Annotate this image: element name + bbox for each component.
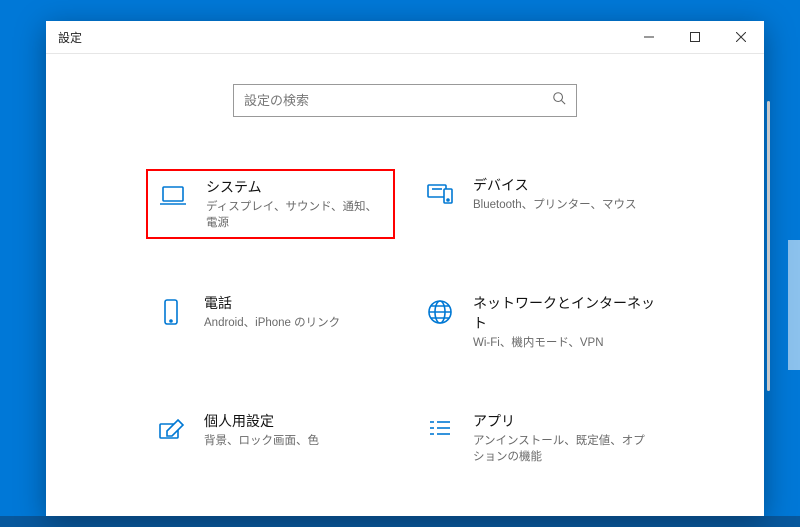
category-network[interactable]: ネットワークとインターネット Wi-Fi、機内モード、VPN — [415, 287, 664, 357]
category-title: ネットワークとインターネット — [473, 293, 656, 333]
category-title: デバイス — [473, 175, 656, 195]
devices-icon — [423, 177, 457, 211]
search-box[interactable] — [233, 84, 577, 117]
category-title: 電話 — [204, 293, 387, 313]
search-icon — [552, 91, 566, 110]
category-title: システム — [206, 177, 385, 197]
close-button[interactable] — [718, 21, 764, 53]
category-subtitle: 背景、ロック画面、色 — [204, 433, 387, 449]
category-subtitle: Bluetooth、プリンター、マウス — [473, 197, 656, 213]
minimize-button[interactable] — [626, 21, 672, 53]
category-apps[interactable]: アプリ アンインストール、既定値、オプションの機能 — [415, 405, 664, 471]
phone-icon — [154, 295, 188, 329]
category-phone[interactable]: 電話 Android、iPhone のリンク — [146, 287, 395, 357]
categories-grid: システム ディスプレイ、サウンド、通知、電源 デバイス Bluetooth、プリ… — [46, 117, 764, 516]
laptop-icon — [156, 179, 190, 213]
category-subtitle: ディスプレイ、サウンド、通知、電源 — [206, 199, 385, 231]
apps-icon — [423, 413, 457, 447]
category-title: 個人用設定 — [204, 411, 387, 431]
scrollbar[interactable] — [767, 101, 770, 391]
category-subtitle: Wi-Fi、機内モード、VPN — [473, 335, 656, 351]
maximize-button[interactable] — [672, 21, 718, 53]
taskbar[interactable] — [0, 516, 800, 527]
content-area: システム ディスプレイ、サウンド、通知、電源 デバイス Bluetooth、プリ… — [46, 54, 764, 516]
globe-icon — [423, 295, 457, 329]
window-title: 設定 — [46, 29, 82, 46]
category-subtitle: Android、iPhone のリンク — [204, 315, 387, 331]
search-input[interactable] — [244, 93, 552, 108]
category-system[interactable]: システム ディスプレイ、サウンド、通知、電源 — [146, 169, 395, 239]
category-title: アプリ — [473, 411, 656, 431]
category-personalization[interactable]: 個人用設定 背景、ロック画面、色 — [146, 405, 395, 471]
settings-window: 設定 — [46, 21, 764, 516]
titlebar[interactable]: 設定 — [46, 21, 764, 54]
category-devices[interactable]: デバイス Bluetooth、プリンター、マウス — [415, 169, 664, 239]
desktop-background-edge — [788, 240, 800, 370]
window-controls — [626, 21, 764, 53]
category-subtitle: アンインストール、既定値、オプションの機能 — [473, 433, 656, 465]
pen-icon — [154, 413, 188, 447]
